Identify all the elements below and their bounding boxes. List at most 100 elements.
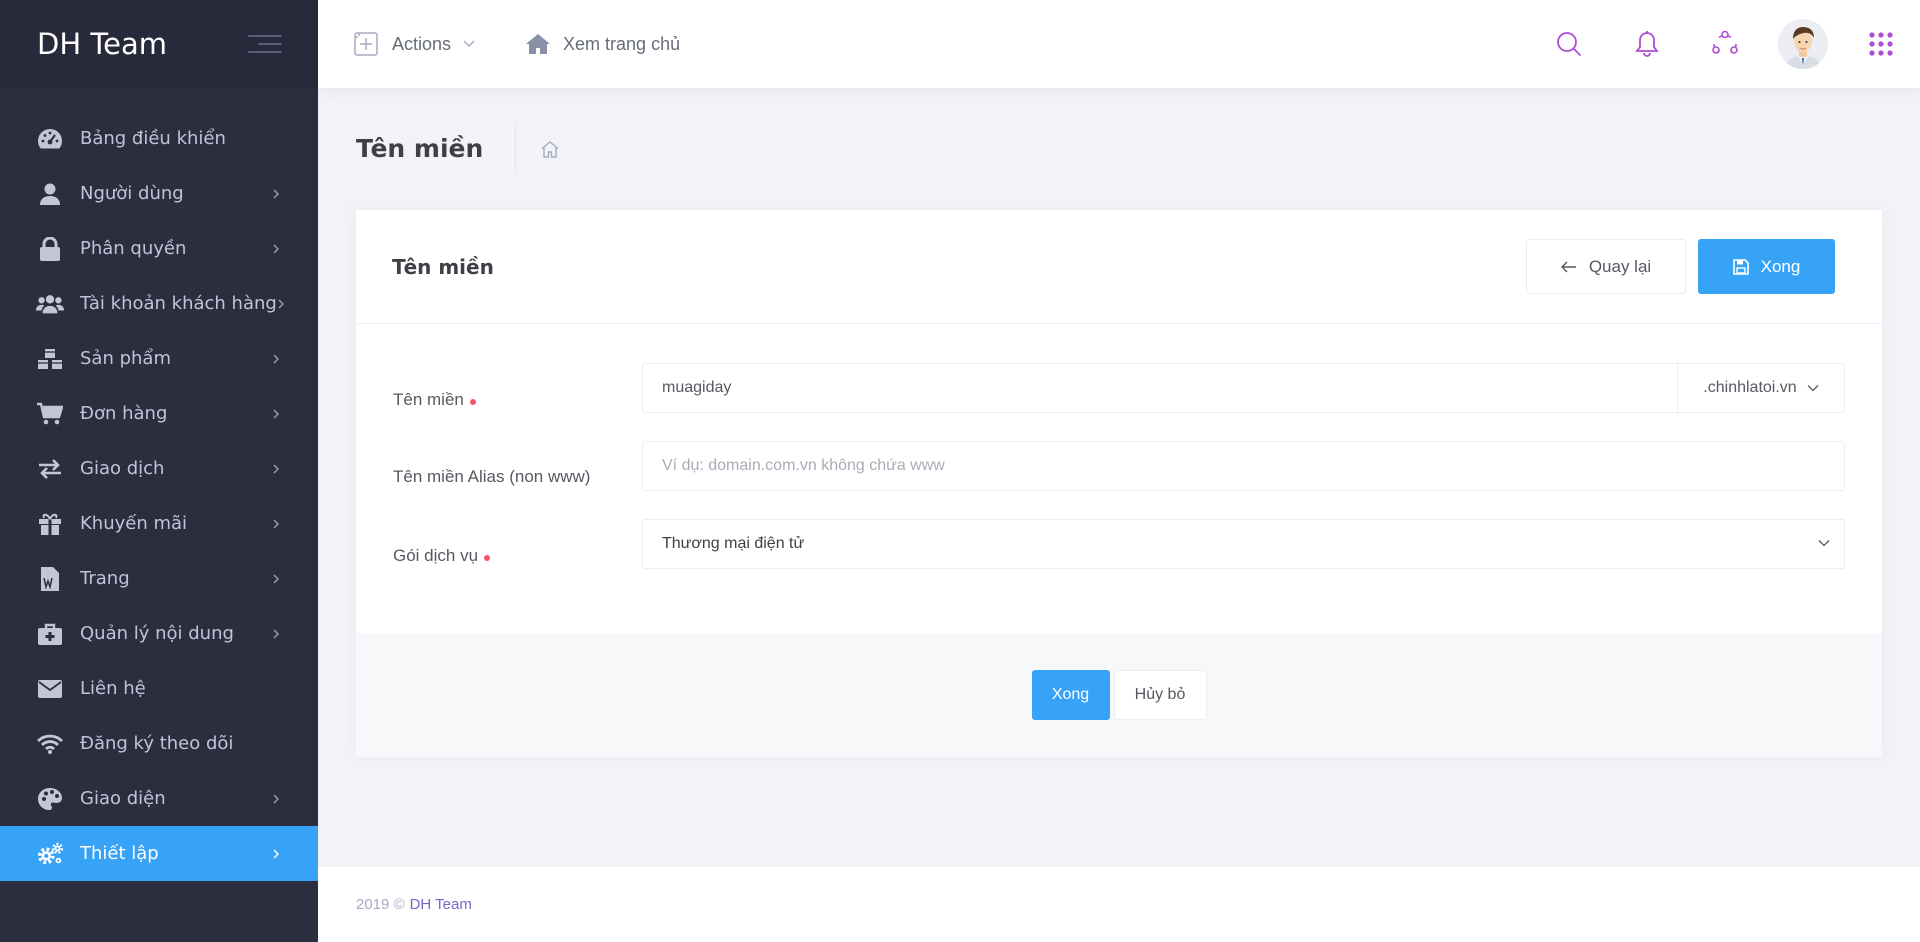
domain-portlet: Tên miền Quay lại Xong Tên miền muagiday… xyxy=(356,210,1882,757)
cubes-icon xyxy=(36,345,64,373)
brand-bar: DH Team xyxy=(0,0,318,88)
sidebar-item-label: Đăng ký theo dõi xyxy=(80,733,234,754)
sidebar-item-dashboard[interactable]: Bảng điều khiển xyxy=(0,111,318,166)
chevron-right-icon xyxy=(272,188,282,200)
sidebar-item-transactions[interactable]: Giao dịch xyxy=(0,441,318,496)
actions-label: Actions xyxy=(392,33,452,54)
view-homepage-label: Xem trang chủ xyxy=(563,33,681,54)
chevron-right-icon xyxy=(272,848,282,860)
footer-copyright: 2019 © xyxy=(356,896,405,913)
sidebar-item-orders[interactable]: Đơn hàng xyxy=(0,386,318,441)
sidebar-item-settings[interactable]: Thiết lập xyxy=(0,826,318,881)
palette-icon xyxy=(36,785,64,813)
sidebar-item-products[interactable]: Sản phẩm xyxy=(0,331,318,386)
view-homepage-link[interactable]: Xem trang chủ xyxy=(525,33,680,55)
header-toolbar xyxy=(1530,0,1920,88)
sidebar: DH Team Bảng điều khiển Người dùng Phân … xyxy=(0,0,318,942)
sidebar-item-promotions[interactable]: Khuyến mãi xyxy=(0,496,318,551)
sidebar-item-label: Khuyến mãi xyxy=(80,513,188,534)
portlet-header: Tên miền Quay lại Xong xyxy=(356,210,1882,324)
share-icon[interactable] xyxy=(1686,30,1764,58)
breadcrumb-home-icon[interactable] xyxy=(540,140,560,158)
sidebar-item-label: Phân quyền xyxy=(80,238,187,259)
sidebar-item-label: Bảng điều khiển xyxy=(80,128,226,149)
domain-form: Tên miền muagiday .chinhlatoi.vn Tên miề… xyxy=(356,324,1882,634)
sidebar-item-appearance[interactable]: Giao diện xyxy=(0,771,318,826)
domain-input-group: muagiday .chinhlatoi.vn xyxy=(642,363,1845,413)
chevron-down-icon xyxy=(463,40,475,48)
chevron-right-icon xyxy=(272,573,282,585)
sidebar-item-customer-accounts[interactable]: Tài khoản khách hàng xyxy=(0,276,318,331)
domain-label: Tên miền xyxy=(393,390,476,410)
sidebar-item-label: Quản lý nội dung xyxy=(80,623,234,644)
alias-label-text: Tên miền Alias (non www) xyxy=(393,467,591,486)
domain-suffix-value: .chinhlatoi.vn xyxy=(1703,379,1797,396)
portlet-title: Tên miền xyxy=(392,254,494,279)
user-icon xyxy=(36,180,64,208)
sidebar-item-contact[interactable]: Liên hệ xyxy=(0,661,318,716)
actions-dropdown[interactable]: Actions xyxy=(354,32,475,56)
avatar[interactable] xyxy=(1778,19,1828,69)
sidebar-item-label: Đơn hàng xyxy=(80,403,168,424)
medkit-icon xyxy=(36,620,64,648)
required-indicator xyxy=(469,398,476,405)
package-select[interactable]: Thương mại điện tử xyxy=(642,519,1845,569)
sidebar-item-label: Người dùng xyxy=(80,183,184,204)
domain-input[interactable]: muagiday xyxy=(643,379,1677,397)
cart-icon xyxy=(36,400,64,428)
page-title: Tên miền xyxy=(356,125,517,173)
chevron-right-icon xyxy=(272,518,282,530)
domain-suffix-select[interactable]: .chinhlatoi.vn xyxy=(1677,364,1844,412)
chevron-down-icon xyxy=(1807,385,1819,392)
back-button[interactable]: Quay lại xyxy=(1526,239,1686,294)
users-icon xyxy=(36,290,64,318)
alias-input[interactable]: Ví dụ: domain.com.vn không chứa www xyxy=(642,441,1845,491)
chevron-right-icon xyxy=(272,243,282,255)
package-label: Gói dịch vụ xyxy=(393,546,491,566)
required-indicator xyxy=(484,554,491,561)
add-square-icon xyxy=(354,32,378,56)
sidebar-item-label: Trang xyxy=(80,568,130,589)
file-word-icon xyxy=(36,565,64,593)
chevron-right-icon xyxy=(277,298,285,310)
chevron-right-icon xyxy=(272,353,282,365)
search-icon[interactable] xyxy=(1530,31,1608,57)
package-select-value: Thương mại điện tử xyxy=(662,535,805,552)
gift-icon xyxy=(36,510,64,538)
sidebar-item-subscriptions[interactable]: Đăng ký theo dõi xyxy=(0,716,318,771)
alias-placeholder: Ví dụ: domain.com.vn không chứa www xyxy=(662,457,945,474)
chevron-right-icon xyxy=(272,628,282,640)
page-footer: 2019 © DH Team xyxy=(318,867,1920,942)
chevron-right-icon xyxy=(272,408,282,420)
sidebar-item-permissions[interactable]: Phân quyền xyxy=(0,221,318,276)
chevron-down-icon xyxy=(1818,540,1830,547)
home-icon xyxy=(525,33,551,55)
domain-label-text: Tên miền xyxy=(393,390,464,409)
save-button[interactable]: Xong xyxy=(1698,239,1835,294)
apps-grid-icon[interactable] xyxy=(1842,31,1920,57)
brand-logo[interactable]: DH Team xyxy=(37,27,167,61)
form-actions: Xong Hủy bỏ xyxy=(356,633,1882,757)
sidebar-item-users[interactable]: Người dùng xyxy=(0,166,318,221)
sidebar-item-label: Liên hệ xyxy=(80,678,146,699)
chevron-right-icon xyxy=(272,793,282,805)
cancel-button[interactable]: Hủy bỏ xyxy=(1113,670,1207,720)
package-label-text: Gói dịch vụ xyxy=(393,546,479,565)
sidebar-item-label: Giao dịch xyxy=(80,458,165,479)
lock-icon xyxy=(36,235,64,263)
chevron-right-icon xyxy=(272,463,282,475)
bell-icon[interactable] xyxy=(1608,30,1686,58)
exchange-icon xyxy=(36,455,64,483)
menu-toggle-icon[interactable] xyxy=(248,29,282,59)
dashboard-icon xyxy=(36,125,64,153)
cogs-icon xyxy=(36,840,64,868)
sidebar-item-content[interactable]: Quản lý nội dung xyxy=(0,606,318,661)
sidebar-nav: Bảng điều khiển Người dùng Phân quyền Tà… xyxy=(0,88,318,881)
envelope-icon xyxy=(36,675,64,703)
sidebar-item-pages[interactable]: Trang xyxy=(0,551,318,606)
sidebar-item-label: Sản phẩm xyxy=(80,348,171,369)
footer-link[interactable]: DH Team xyxy=(410,896,472,913)
sidebar-item-label: Giao diện xyxy=(80,788,166,809)
submit-button[interactable]: Xong xyxy=(1031,670,1110,720)
top-header: Actions Xem trang chủ xyxy=(318,0,1920,88)
